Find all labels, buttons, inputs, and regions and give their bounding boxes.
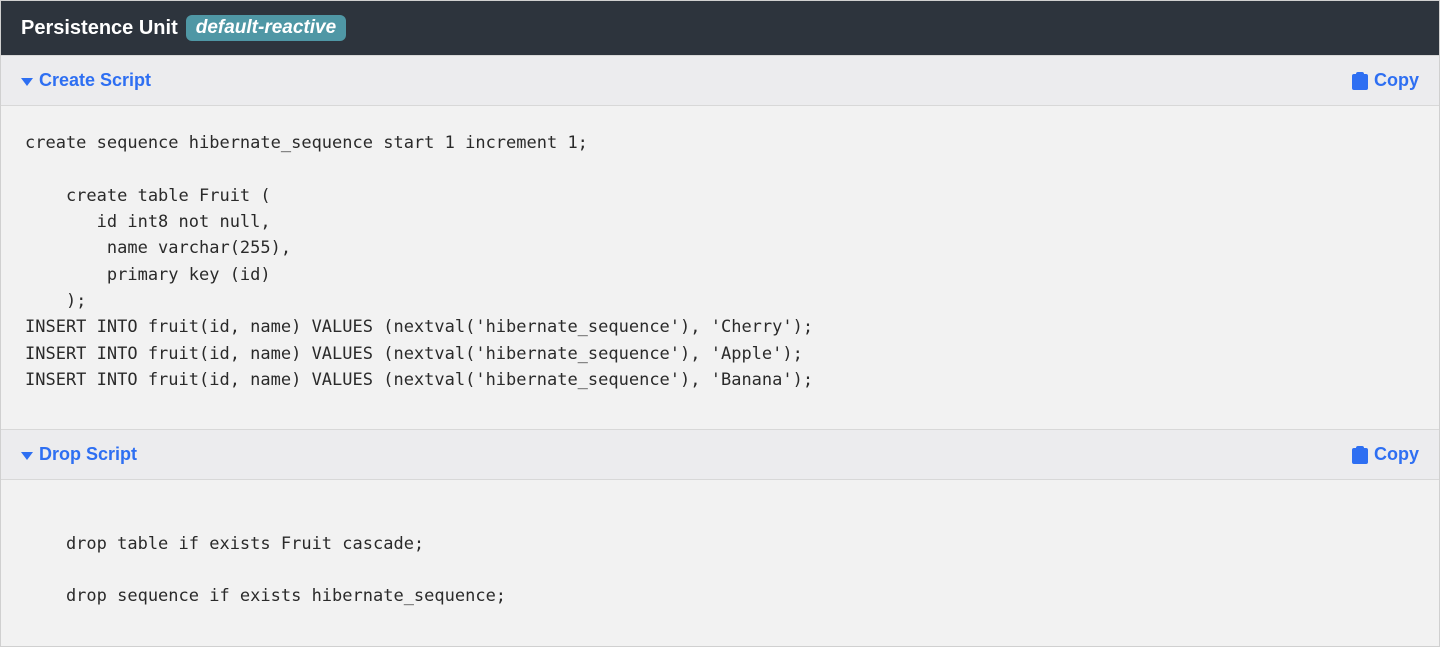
create-script-toggle[interactable]: Create Script xyxy=(21,70,151,91)
create-script-copy-button[interactable]: Copy xyxy=(1352,70,1419,91)
chevron-down-icon xyxy=(21,78,33,86)
panel-title: Persistence Unit xyxy=(21,17,178,40)
create-script-title: Create Script xyxy=(39,70,151,91)
clipboard-icon xyxy=(1352,72,1368,90)
panel-header: Persistence Unit default-reactive xyxy=(1,1,1439,55)
drop-script-copy-button[interactable]: Copy xyxy=(1352,444,1419,465)
copy-label: Copy xyxy=(1374,444,1419,465)
persistence-unit-panel: Persistence Unit default-reactive Create… xyxy=(0,0,1440,647)
create-script-code[interactable]: create sequence hibernate_sequence start… xyxy=(1,106,1439,429)
drop-script-toggle[interactable]: Drop Script xyxy=(21,444,137,465)
clipboard-icon xyxy=(1352,446,1368,464)
copy-label: Copy xyxy=(1374,70,1419,91)
drop-script-title: Drop Script xyxy=(39,444,137,465)
persistence-unit-badge: default-reactive xyxy=(186,15,346,41)
drop-script-code[interactable]: drop table if exists Fruit cascade; drop… xyxy=(1,480,1439,645)
chevron-down-icon xyxy=(21,452,33,460)
drop-script-section-header: Drop Script Copy xyxy=(1,429,1439,480)
create-script-section-header: Create Script Copy xyxy=(1,55,1439,106)
